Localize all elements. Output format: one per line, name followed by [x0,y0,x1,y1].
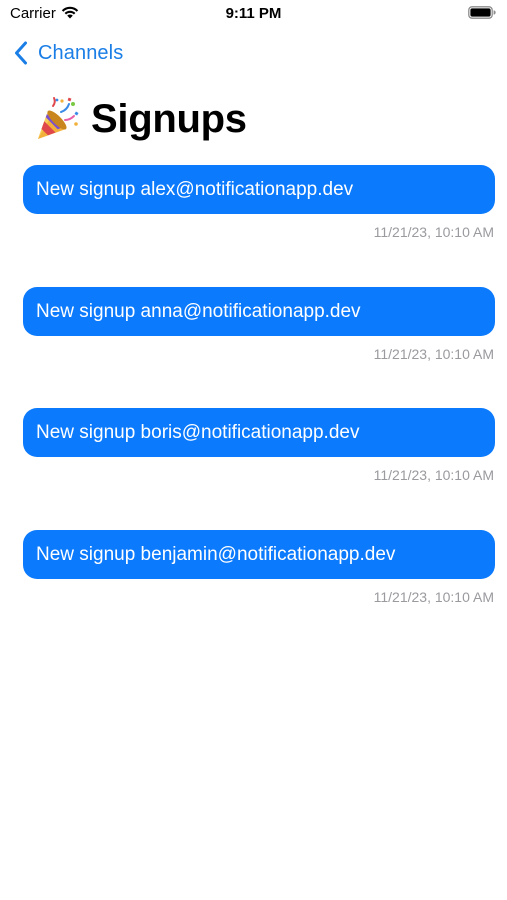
message-timestamp: 11/21/23, 10:10 AM [373,589,494,605]
battery-icon [468,6,496,19]
message-item[interactable]: New signup boris@notificationapp.dev 11/… [23,408,495,483]
message-timestamp: 11/21/23, 10:10 AM [373,467,494,483]
message-timestamp: 11/21/23, 10:10 AM [373,346,494,362]
message-text: New signup alex@notificationapp.dev [36,178,354,200]
page-title-text: Signups [91,96,247,141]
party-popper-icon [38,97,79,139]
back-button-label: Channels [38,41,124,64]
page-title: Signups [35,93,247,145]
message-item[interactable]: New signup anna@notificationapp.dev 11/2… [23,287,495,362]
back-button[interactable]: Channels [14,39,123,67]
message-item[interactable]: New signup benjamin@notificationapp.dev … [23,530,495,605]
chevron-left-icon [15,41,27,65]
message-bubble[interactable]: New signup benjamin@notificationapp.dev [23,530,495,579]
message-item[interactable]: New signup alex@notificationapp.dev 11/2… [23,165,495,240]
message-text: New signup benjamin@notificationapp.dev [36,543,396,565]
clock: 9:11 PM [225,5,282,22]
message-bubble[interactable]: New signup anna@notificationapp.dev [23,287,495,336]
message-timestamp: 11/21/23, 10:10 AM [373,224,494,240]
status-bar: Carrier 9:11 PM [0,0,507,28]
message-text: New signup anna@notificationapp.dev [36,300,361,322]
message-bubble[interactable]: New signup alex@notificationapp.dev [23,165,495,214]
screen: Carrier 9:11 PM Channels Signups New sig… [0,0,507,900]
message-bubble[interactable]: New signup boris@notificationapp.dev [23,408,495,457]
message-text: New signup boris@notificationapp.dev [36,421,360,443]
